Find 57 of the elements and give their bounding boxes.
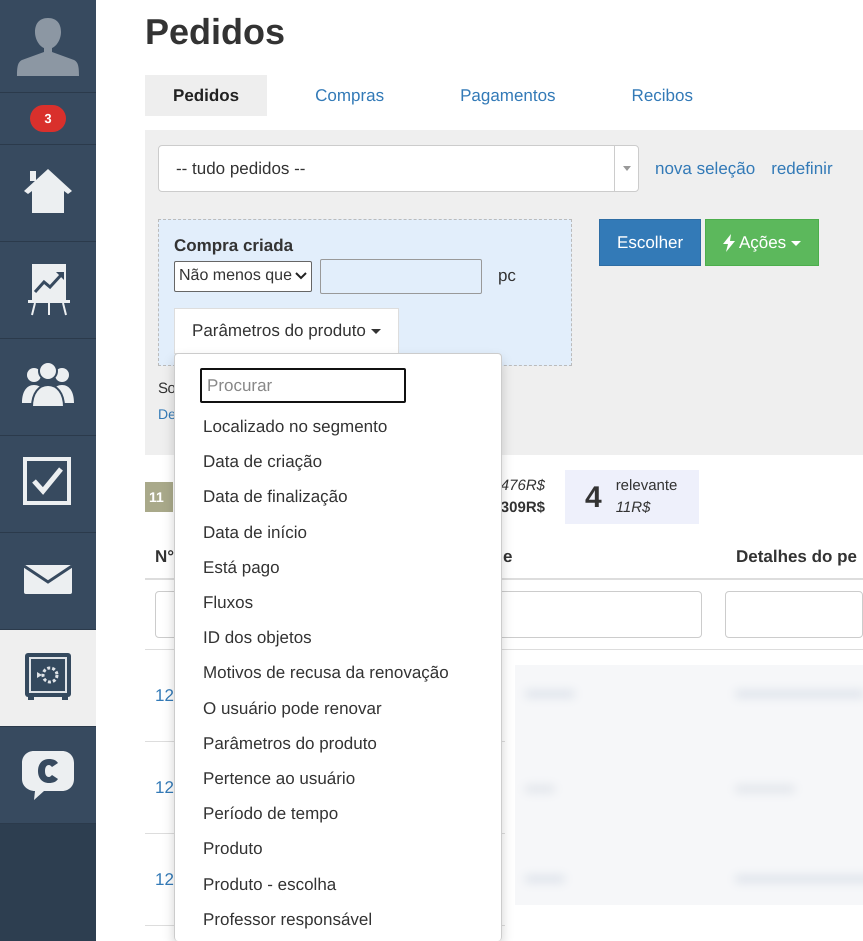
sidebar-item[interactable] — [0, 145, 96, 242]
tab[interactable]: Recibos — [604, 75, 721, 116]
dropdown-item[interactable]: Produto - escolha — [175, 866, 501, 902]
order-number-link[interactable]: 12 — [155, 682, 174, 708]
relevant-amount: 11R$ — [616, 498, 652, 518]
dropdown-item[interactable]: Está pago — [175, 550, 501, 586]
dropdown-item[interactable]: Data de criação — [175, 444, 501, 480]
page-title: Pedidos — [145, 10, 286, 54]
dropdown-item[interactable]: Fluxos — [175, 585, 501, 620]
tab[interactable]: Pedidos — [145, 75, 268, 116]
lightning-icon — [723, 234, 736, 252]
caret-icon — [790, 240, 801, 246]
relevant-label: relevante — [616, 476, 678, 496]
parameter-button[interactable]: Parâmetros do produto — [174, 308, 399, 354]
tab[interactable]: Pagamentos — [432, 75, 584, 116]
filter-input[interactable] — [725, 591, 863, 638]
dropdown-item[interactable]: ID dos objetos — [175, 620, 501, 656]
dropdown-item[interactable]: Período de tempo — [175, 796, 501, 832]
caret-icon — [370, 328, 381, 334]
unit-label: pc — [498, 265, 516, 288]
dropdown-item[interactable]: Professor responsável — [175, 902, 501, 938]
tab[interactable]: Compras — [287, 75, 412, 116]
operator-select[interactable]: Não menos que — [174, 260, 312, 292]
sidebar-item[interactable] — [0, 727, 96, 824]
count-badge: 11 — [145, 482, 173, 512]
filter-link[interactable]: nova seleção — [655, 156, 756, 182]
condition-title: Compra criada — [174, 235, 294, 257]
dropdown-item[interactable]: O usuário pode renovar — [175, 690, 501, 726]
chevron-down-icon — [294, 272, 307, 280]
dropdown-item[interactable]: Motivos de recusa da renovação — [175, 655, 501, 691]
dropdown-item[interactable]: Parâmetros do produto — [175, 726, 501, 762]
dropdown-item[interactable]: Data de início — [175, 514, 501, 550]
search-field[interactable]: Procurar — [200, 368, 406, 403]
amount-text: 309R$ — [500, 498, 545, 518]
selection-dropdown[interactable]: -- tudo pedidos -- — [158, 145, 639, 192]
dropdown-item[interactable]: Data de finalização — [175, 479, 501, 515]
dropdown-item[interactable]: Produto — [175, 831, 501, 867]
notification-badge[interactable]: 3 — [30, 104, 66, 132]
sidebar-item[interactable] — [0, 339, 96, 436]
caret-icon — [622, 166, 630, 171]
sidebar-item[interactable] — [0, 533, 96, 630]
amount-text: 476R$ — [500, 476, 545, 496]
sidebar-item[interactable] — [0, 630, 96, 727]
dropdown-item[interactable]: Pertence ao usuário — [175, 761, 501, 796]
dropdown-item[interactable]: Localizado no segmento — [175, 409, 501, 444]
choose-button[interactable]: Escolher — [599, 219, 702, 266]
filter-link[interactable]: redefinir — [771, 156, 833, 182]
column-header: Detalhes do pe — [736, 547, 857, 566]
sidebar-item[interactable] — [0, 242, 96, 339]
avatar-icon[interactable] — [16, 16, 80, 76]
column-header: N° — [155, 547, 174, 566]
order-number-link[interactable]: 12 — [155, 774, 174, 800]
order-number-link[interactable]: 12 — [155, 866, 174, 892]
value-input[interactable] — [320, 258, 482, 294]
relevant-count: 4 — [585, 480, 602, 516]
sidebar-item[interactable] — [0, 436, 96, 533]
column-header: e — [503, 547, 512, 566]
